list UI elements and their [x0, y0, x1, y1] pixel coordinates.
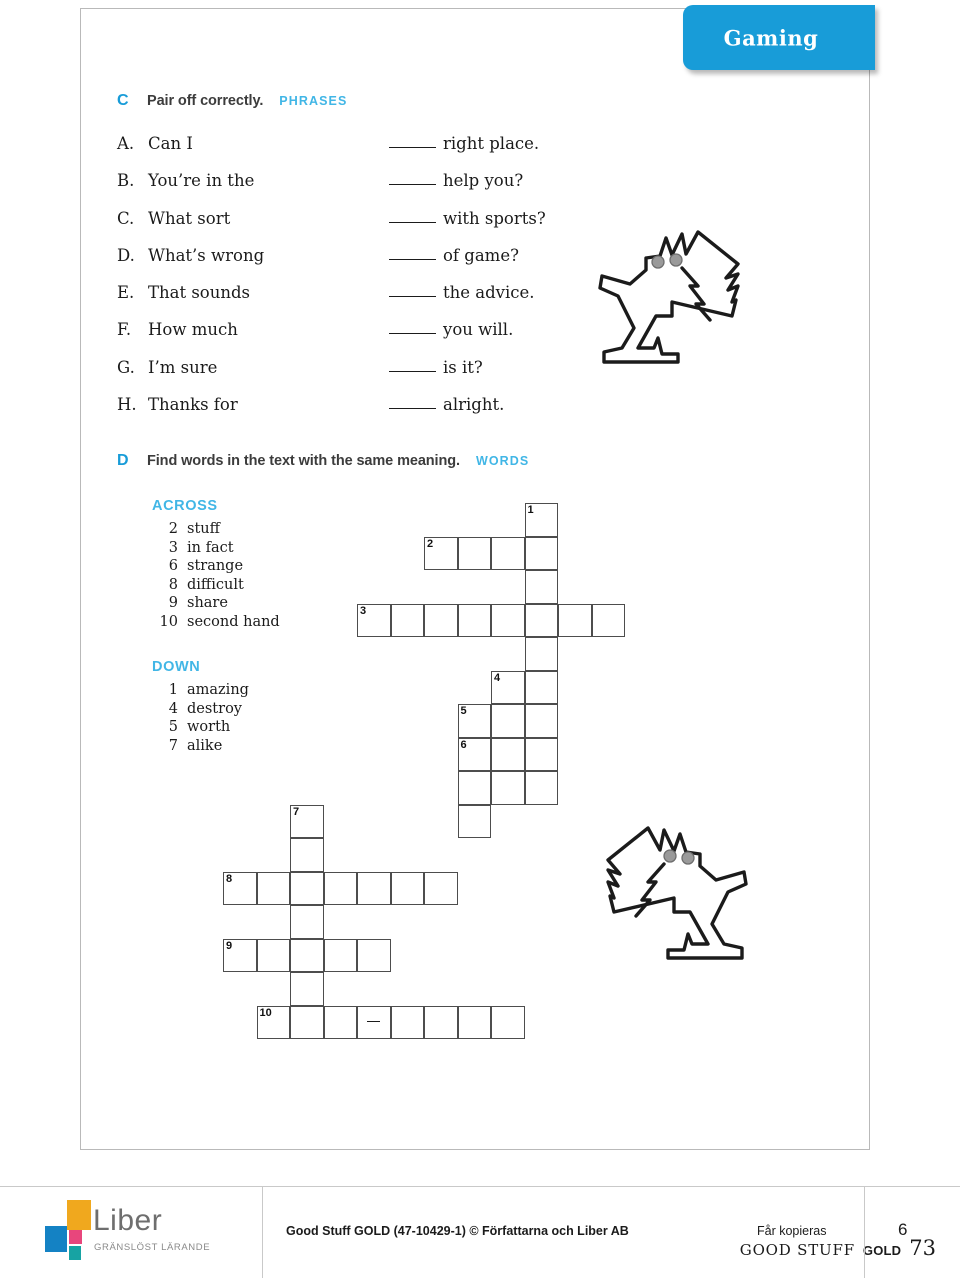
crossword-cell[interactable] [290, 871, 324, 905]
crossword-cell[interactable] [524, 771, 558, 805]
crossword-cell-start[interactable]: 5 [457, 704, 491, 738]
crossword-cell[interactable] [290, 1005, 324, 1039]
crossword-cell-number: 4 [494, 671, 501, 684]
crossword-cell[interactable] [424, 603, 458, 637]
crossword-cell[interactable] [290, 838, 324, 872]
crossword-cell-start[interactable]: 9 [223, 938, 257, 972]
crossword-cell-number: 10 [259, 1006, 272, 1019]
crossword-cell[interactable] [491, 771, 525, 805]
crossword-cell[interactable] [558, 603, 592, 637]
document-bottom-bar: Liber GRÄNSLÖST LÄRANDE Good Stuff GOLD … [0, 1186, 960, 1278]
crossword-cell[interactable] [357, 938, 391, 972]
crossword-cell-start[interactable]: 6 [457, 737, 491, 771]
bottom-bar-separator-right [864, 1186, 865, 1278]
sheet-number: 6 [898, 1220, 908, 1239]
crossword-cell[interactable] [457, 536, 491, 570]
crossword-cell[interactable] [256, 871, 290, 905]
crossword-cell[interactable] [457, 771, 491, 805]
crossword-cell[interactable] [524, 570, 558, 604]
crossword-cell[interactable] [256, 938, 290, 972]
crossword-cell-number: 6 [460, 738, 467, 751]
chapter-tab-label: Gaming [723, 25, 819, 50]
crossword-cell-start[interactable]: 8 [223, 871, 257, 905]
crossword-cell-start[interactable]: 4 [491, 670, 525, 704]
crossword-cell[interactable] [390, 871, 424, 905]
crossword-cell[interactable] [457, 804, 491, 838]
logo-square-orange [67, 1200, 91, 1230]
logo-tagline: GRÄNSLÖST LÄRANDE [94, 1242, 211, 1253]
crossword-cell[interactable] [524, 637, 558, 671]
crossword-cell[interactable] [524, 536, 558, 570]
liber-logo: Liber GRÄNSLÖST LÄRANDE [45, 1200, 235, 1262]
logo-square-blue [45, 1226, 67, 1252]
crossword-cell[interactable] [290, 905, 324, 939]
crossword-cell-start[interactable]: 1 [524, 503, 558, 537]
crossword-cell-start[interactable]: 3 [357, 603, 391, 637]
crossword-cell[interactable] [524, 603, 558, 637]
logo-square-teal [69, 1246, 81, 1260]
crossword-cell[interactable] [323, 938, 357, 972]
crossword-cell-number: 3 [360, 604, 367, 617]
logo-brand-name: Liber [93, 1204, 163, 1237]
chapter-tab-gaming: Gaming [683, 5, 875, 70]
crossword-cell-number: 5 [460, 705, 467, 717]
crossword-cell[interactable] [491, 737, 525, 771]
crossword-cell-start[interactable]: 7 [290, 804, 324, 838]
crossword-cell[interactable] [390, 1005, 424, 1039]
crossword-cell[interactable] [323, 1005, 357, 1039]
crossword-cell[interactable] [323, 871, 357, 905]
copyright-notice: Good Stuff GOLD (47-10429-1) © Författar… [286, 1224, 629, 1238]
crossword-cell-number: 1 [527, 504, 534, 516]
crossword-cell[interactable] [357, 1005, 391, 1039]
copy-permission-note: Får kopieras [757, 1224, 827, 1238]
bottom-bar-divider [0, 1186, 960, 1187]
crossword-cell-number: 2 [427, 537, 434, 550]
crossword-cell[interactable] [591, 603, 625, 637]
crossword-cell[interactable] [491, 1005, 525, 1039]
crossword-cell[interactable] [457, 1005, 491, 1039]
crossword-grid: 1 2 3 4 5 6 7 8 9 10 [80, 8, 870, 1150]
crossword-cell[interactable] [491, 603, 525, 637]
logo-square-pink [69, 1230, 82, 1244]
crossword-cell[interactable] [424, 871, 458, 905]
crossword-cell[interactable] [290, 938, 324, 972]
crossword-cell[interactable] [524, 670, 558, 704]
bottom-bar-separator-left [262, 1186, 263, 1278]
crossword-cell[interactable] [424, 1005, 458, 1039]
crossword-cell-number: 7 [293, 805, 300, 818]
crossword-cell[interactable] [491, 704, 525, 738]
crossword-cell[interactable] [290, 972, 324, 1006]
crossword-cell[interactable] [491, 536, 525, 570]
crossword-hyphen-mark [367, 1021, 381, 1023]
crossword-cell[interactable] [524, 737, 558, 771]
crossword-cell-number: 9 [226, 939, 233, 952]
crossword-cell[interactable] [524, 704, 558, 738]
crossword-cell-start[interactable]: 10 [256, 1005, 290, 1039]
crossword-cell[interactable] [457, 603, 491, 637]
crossword-cell-number: 8 [226, 872, 233, 885]
crossword-cell[interactable] [357, 871, 391, 905]
crossword-cell-start[interactable]: 2 [424, 536, 458, 570]
crossword-cell[interactable] [390, 603, 424, 637]
